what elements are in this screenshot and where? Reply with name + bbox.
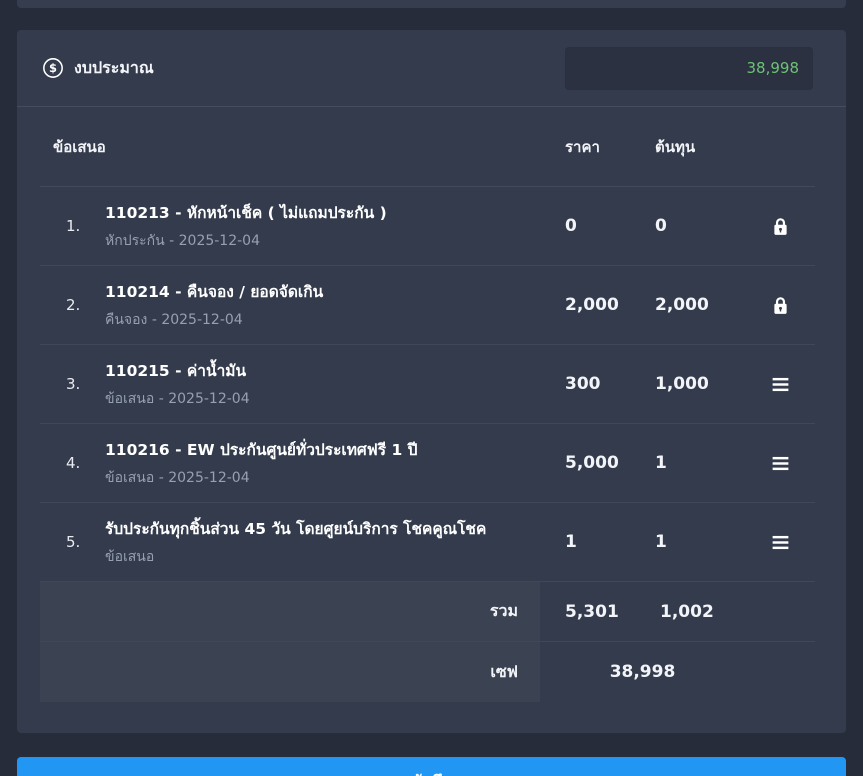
- table-header-row: ข้อเสนอ ราคา ต้นทุน: [40, 107, 815, 187]
- offer-subtitle: ข้อเสนอ - 2025-12-04: [105, 391, 250, 407]
- menu-icon[interactable]: [770, 453, 791, 474]
- total-save-value: 38,998: [609, 662, 676, 682]
- action-cell: [745, 532, 815, 553]
- price-cell: 1: [565, 532, 577, 552]
- total-save-label: เซฟ: [40, 642, 540, 702]
- total-sum-spacer: [745, 582, 815, 641]
- action-cell: [745, 453, 815, 474]
- total-save-spacer: [745, 642, 815, 702]
- row-number: 5.: [66, 533, 81, 551]
- cost-cell: 1,000: [655, 374, 709, 394]
- total-sum-price: 5,301: [565, 601, 619, 622]
- price-cell: 2,000: [565, 295, 619, 315]
- offer-cell: 110215 - ค่าน้ำมัน ข้อเสนอ - 2025-12-04: [105, 358, 545, 410]
- row-number: 2.: [66, 296, 81, 314]
- cost-cell: 0: [655, 216, 667, 236]
- offer-subtitle: คืนจอง - 2025-12-04: [105, 312, 243, 328]
- column-header-price: ราคา: [565, 137, 600, 156]
- lock-icon: [770, 295, 791, 316]
- table-row: 4. 110216 - EW ประกันศูนย์ทั่วประเทศฟรี …: [40, 424, 815, 503]
- action-cell: [745, 216, 815, 237]
- table-row: 2. 110214 - คืนจอง / ยอดจัดเกิน คืนจอง -…: [40, 266, 815, 345]
- page: $ งบประมาณ 38,998 ข้อเสนอ ราคา ต้นทุน 1.…: [0, 0, 863, 776]
- total-sum-cost: 1,002: [660, 601, 714, 622]
- offer-cell: 110214 - คืนจอง / ยอดจัดเกิน คืนจอง - 20…: [105, 279, 545, 331]
- offer-cell: รับประกันทุกชิ้นส่วน 45 วัน โดยศูยน์บริก…: [105, 516, 545, 568]
- total-row-save: เซฟ 38,998: [40, 642, 815, 702]
- price-cell: 300: [565, 374, 601, 394]
- lock-icon: [770, 216, 791, 237]
- row-number: 3.: [66, 375, 81, 393]
- column-header-offer: ข้อเสนอ: [53, 137, 106, 156]
- offer-cell: 110216 - EW ประกันศูนย์ทั่วประเทศฟรี 1 ป…: [105, 437, 545, 489]
- row-number: 1.: [66, 217, 81, 235]
- column-header-cost: ต้นทุน: [655, 137, 696, 156]
- table-row: 5. รับประกันทุกชิ้นส่วน 45 วัน โดยศูยน์บ…: [40, 503, 815, 582]
- budget-card: $ งบประมาณ 38,998 ข้อเสนอ ราคา ต้นทุน 1.…: [17, 30, 846, 733]
- budget-value-input[interactable]: 38,998: [565, 46, 813, 90]
- offer-title: 110216 - EW ประกันศูนย์ทั่วประเทศฟรี 1 ป…: [105, 441, 418, 459]
- table-row: 1. 110213 - หักหน้าเช็ค ( ไม่แถมประกัน )…: [40, 187, 815, 266]
- offer-title: รับประกันทุกชิ้นส่วน 45 วัน โดยศูยน์บริก…: [105, 520, 487, 538]
- action-cell: [745, 295, 815, 316]
- menu-icon[interactable]: [770, 532, 791, 553]
- price-cell: 5,000: [565, 453, 619, 473]
- table-row: 3. 110215 - ค่าน้ำมัน ข้อเสนอ - 2025-12-…: [40, 345, 815, 424]
- total-sum-label: รวม: [40, 582, 540, 641]
- table-body: 1. 110213 - หักหน้าเช็ค ( ไม่แถมประกัน )…: [40, 187, 815, 582]
- cost-cell: 1: [655, 453, 667, 473]
- offer-subtitle: หักประกัน - 2025-12-04: [105, 233, 260, 249]
- price-cell: 0: [565, 216, 577, 236]
- dollar-coin-icon: $: [42, 57, 64, 79]
- offer-title: 110215 - ค่าน้ำมัน: [105, 362, 247, 380]
- save-button[interactable]: บันทึก: [17, 757, 846, 776]
- budget-value: 38,998: [746, 59, 800, 77]
- offer-title: 110213 - หักหน้าเช็ค ( ไม่แถมประกัน ): [105, 204, 387, 222]
- offers-table: ข้อเสนอ ราคา ต้นทุน 1. 110213 - หักหน้าเ…: [40, 107, 815, 702]
- cost-cell: 1: [655, 532, 667, 552]
- offer-cell: 110213 - หักหน้าเช็ค ( ไม่แถมประกัน ) หั…: [105, 200, 545, 252]
- budget-header: $ งบประมาณ 38,998: [17, 30, 846, 107]
- cost-cell: 2,000: [655, 295, 709, 315]
- previous-card-edge: [17, 0, 846, 8]
- svg-text:$: $: [49, 61, 57, 75]
- row-number: 4.: [66, 454, 81, 472]
- action-cell: [745, 374, 815, 395]
- offer-subtitle: ข้อเสนอ: [105, 549, 155, 565]
- menu-icon[interactable]: [770, 374, 791, 395]
- offer-subtitle: ข้อเสนอ - 2025-12-04: [105, 470, 250, 486]
- budget-title: $ งบประมาณ: [42, 56, 154, 81]
- budget-label: งบประมาณ: [74, 57, 154, 77]
- offer-title: 110214 - คืนจอง / ยอดจัดเกิน: [105, 283, 324, 301]
- total-row-sum: รวม 5,301 1,002: [40, 582, 815, 642]
